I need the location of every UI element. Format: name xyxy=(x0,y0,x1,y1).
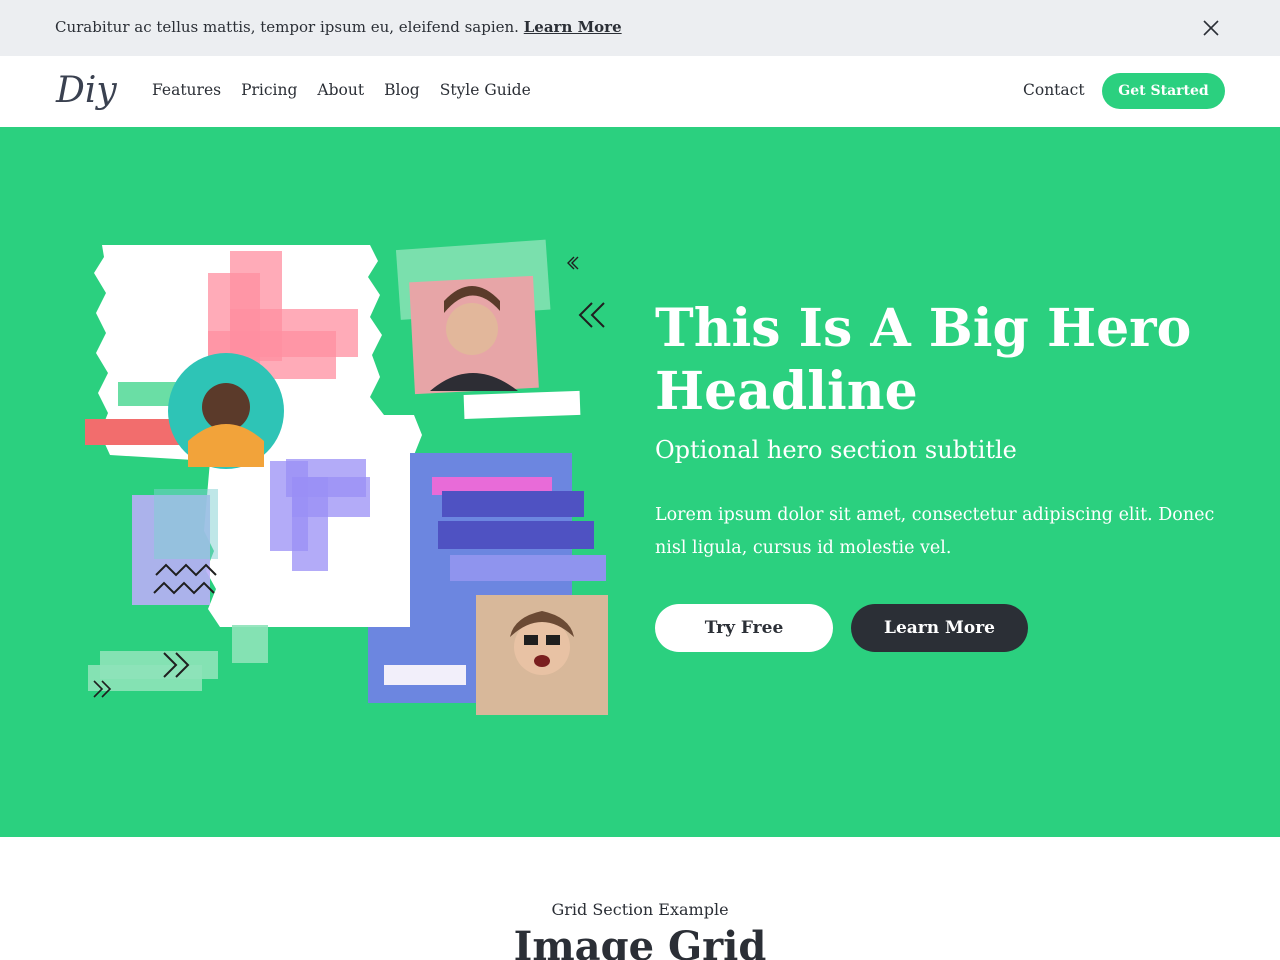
site-header: Diy Features Pricing About Blog Style Gu… xyxy=(0,56,1280,127)
hero-subtitle: Optional hero section subtitle xyxy=(655,436,1017,464)
grid-section-title: Image Grid xyxy=(513,923,767,960)
hero-collage-illustration xyxy=(80,237,620,717)
close-icon[interactable] xyxy=(1198,15,1224,41)
hero-title: This Is A Big Hero Headline xyxy=(655,298,1192,422)
learn-more-button[interactable]: Learn More xyxy=(851,604,1028,652)
try-free-button[interactable]: Try Free xyxy=(655,604,833,652)
nav-item-blog[interactable]: Blog xyxy=(384,81,420,99)
nav-item-pricing[interactable]: Pricing xyxy=(241,81,297,99)
grid-section-eyebrow: Grid Section Example xyxy=(551,900,729,919)
nav-item-features[interactable]: Features xyxy=(152,81,221,99)
announcement-message: Curabitur ac tellus mattis, tempor ipsum… xyxy=(55,18,519,36)
announcement-learn-more-link[interactable]: Learn More xyxy=(524,18,622,36)
logo-text: Diy xyxy=(55,70,117,111)
nav-item-style-guide[interactable]: Style Guide xyxy=(440,81,531,99)
nav-item-about[interactable]: About xyxy=(317,81,364,99)
announcement-text: Curabitur ac tellus mattis, tempor ipsum… xyxy=(55,18,622,36)
announcement-bar: Curabitur ac tellus mattis, tempor ipsum… xyxy=(0,0,1280,56)
main-nav: Features Pricing About Blog Style Guide xyxy=(152,81,531,99)
hero-section: This Is A Big Hero Headline Optional her… xyxy=(0,127,1280,837)
hero-body-text: Lorem ipsum dolor sit amet, consectetur … xyxy=(655,505,1215,558)
contact-link[interactable]: Contact xyxy=(1023,81,1085,99)
logo[interactable]: Diy xyxy=(55,64,119,116)
get-started-button[interactable]: Get Started xyxy=(1102,73,1225,109)
